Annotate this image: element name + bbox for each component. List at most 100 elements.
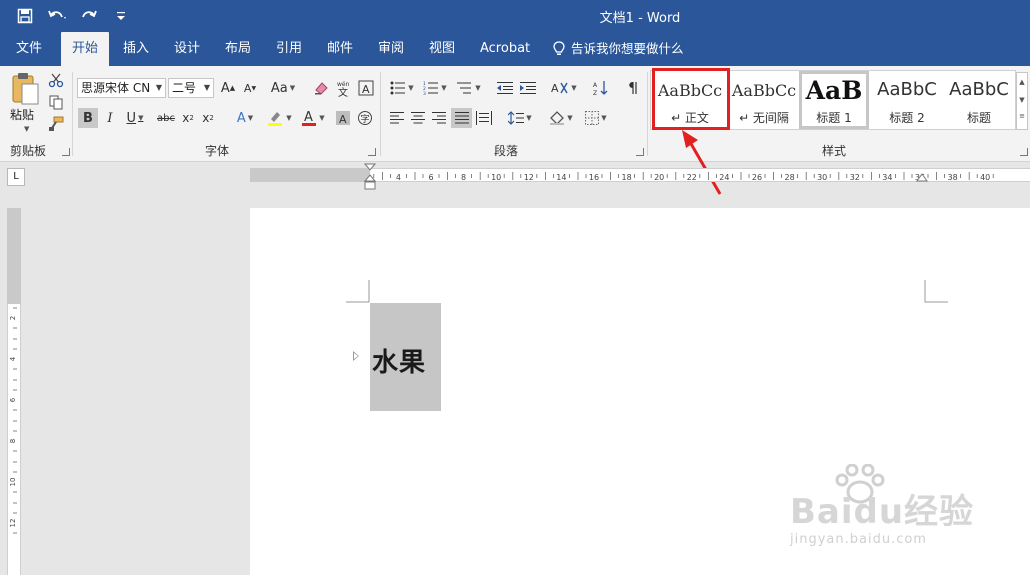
svg-text:3: 3	[423, 91, 426, 95]
ruler-label: 6	[9, 397, 17, 402]
svg-text:A: A	[339, 113, 347, 126]
ruler-label: 10	[9, 478, 17, 487]
font-color-icon[interactable]: A ▼	[298, 108, 328, 128]
justify-icon[interactable]	[451, 108, 472, 128]
ruler-label: 18	[622, 173, 632, 182]
align-left-icon[interactable]	[388, 108, 406, 128]
ruler-label: 8	[461, 173, 466, 182]
ruler-label: 20	[654, 173, 664, 182]
svg-text:wén: wén	[337, 81, 350, 88]
ruler-label: 34	[882, 173, 892, 182]
tab-view[interactable]: 视图	[418, 32, 466, 66]
svg-text:A: A	[304, 110, 313, 125]
character-shading-icon[interactable]: A	[334, 108, 352, 128]
font-group-label: 字体	[205, 144, 230, 158]
ruler-label: 12	[524, 173, 534, 182]
indent-marker-icon[interactable]	[364, 163, 376, 191]
style-sample: AaB	[805, 76, 863, 105]
font-launcher-icon[interactable]	[368, 148, 376, 156]
decrease-indent-icon[interactable]	[495, 78, 515, 98]
distributed-icon[interactable]	[474, 108, 494, 128]
tell-me-box[interactable]: 告诉我你想要做什么	[553, 32, 684, 66]
numbering-icon[interactable]: 1 2 3 ▼	[421, 78, 449, 98]
bullets-icon[interactable]: ▼	[388, 78, 416, 98]
line-spacing-icon[interactable]: ▼	[505, 108, 535, 128]
right-indent-marker-icon[interactable]	[916, 172, 928, 184]
clear-format-icon[interactable]	[311, 78, 331, 98]
font-name-select[interactable]: 思源宋体 CN ▼	[77, 78, 166, 98]
collapse-heading-icon[interactable]	[353, 351, 359, 361]
enclose-characters-icon[interactable]: 字	[356, 108, 374, 128]
paste-dropdown-icon[interactable]: ▼	[24, 125, 29, 133]
styles-launcher-icon[interactable]	[1020, 148, 1028, 156]
watermark-brand: Baidu经验	[790, 492, 975, 532]
highlight-box	[652, 68, 730, 130]
crop-mark-top-right	[924, 280, 948, 303]
title-bar: 文档1 - Word	[0, 0, 1030, 32]
shrink-font-icon[interactable]: A ▼	[242, 78, 258, 98]
svg-text:Z: Z	[593, 90, 597, 96]
change-case-icon[interactable]: Aa ▼	[268, 78, 298, 98]
style-title[interactable]: AaBbC 标题	[943, 71, 1015, 129]
more-styles-icon[interactable]: ≡	[1017, 109, 1027, 123]
svg-text:A: A	[362, 83, 370, 96]
align-center-icon[interactable]	[409, 108, 427, 128]
clipboard-launcher-icon[interactable]	[62, 148, 70, 156]
strikethrough-button[interactable]: abc	[155, 108, 177, 128]
crop-mark-top-left	[346, 280, 370, 303]
tab-selector[interactable]: L	[7, 168, 25, 186]
ruler-label: 4	[9, 356, 17, 361]
increase-indent-icon[interactable]	[518, 78, 538, 98]
chinese-layout-icon[interactable]: A ▼	[549, 78, 579, 98]
tab-file[interactable]: 文件	[5, 32, 53, 66]
character-border-icon[interactable]: A	[357, 78, 375, 98]
watermark: Baidu经验 jingyan.baidu.com	[790, 464, 990, 560]
tab-review[interactable]: 审阅	[367, 32, 415, 66]
tab-home[interactable]: 开始	[61, 32, 110, 66]
multilevel-list-icon[interactable]: ▼	[454, 78, 484, 98]
ruler-label: 30	[817, 173, 827, 182]
superscript-button[interactable]: x2	[200, 108, 216, 128]
scroll-down-icon[interactable]: ▼	[1017, 91, 1027, 109]
style-heading-2[interactable]: AaBbC 标题 2	[871, 71, 943, 129]
ruler-label: 14	[556, 173, 566, 182]
font-size-select[interactable]: 二号 ▼	[168, 78, 214, 98]
sort-icon[interactable]: AZ	[591, 78, 611, 98]
shading-icon[interactable]: ▼	[546, 108, 576, 128]
ribbon-tabs: 文件 开始 插入 设计 布局 引用 邮件 审阅 视图 Acrobat 告诉我你想…	[0, 32, 1030, 66]
underline-button[interactable]: U ▼	[122, 108, 148, 128]
italic-button[interactable]: I	[101, 108, 119, 128]
ruler-margin-top	[7, 208, 21, 304]
svg-text:A: A	[551, 82, 559, 95]
cut-icon[interactable]	[48, 72, 66, 90]
highlight-color-icon[interactable]: ▼	[263, 108, 295, 128]
ruler-label: 10	[491, 173, 501, 182]
align-right-icon[interactable]	[430, 108, 448, 128]
watermark-url: jingyan.baidu.com	[790, 532, 927, 547]
borders-icon[interactable]: ▼	[581, 108, 611, 128]
subscript-button[interactable]: x2	[180, 108, 196, 128]
tell-me-text: 告诉我你想要做什么	[571, 41, 684, 56]
style-no-spacing[interactable]: AaBbCc ↵ 无间隔	[728, 71, 800, 129]
tab-insert[interactable]: 插入	[112, 32, 160, 66]
tab-design[interactable]: 设计	[163, 32, 211, 66]
copy-icon[interactable]	[48, 94, 66, 112]
ruler-label: 8	[9, 439, 17, 443]
tab-mailings[interactable]: 邮件	[316, 32, 364, 66]
format-painter-icon[interactable]	[48, 116, 66, 134]
style-heading-1[interactable]: AaB 标题 1	[799, 71, 869, 129]
scroll-up-icon[interactable]: ▲	[1017, 73, 1027, 91]
paste-label: 粘贴	[10, 108, 35, 122]
document-heading[interactable]: 水果	[372, 342, 426, 379]
tab-layout[interactable]: 布局	[214, 32, 262, 66]
styles-scrollbar[interactable]: ▲ ▼ ≡	[1016, 72, 1028, 130]
paste-button[interactable]	[8, 72, 42, 109]
tab-references[interactable]: 引用	[265, 32, 313, 66]
tab-acrobat[interactable]: Acrobat	[469, 32, 541, 66]
phonetic-guide-icon[interactable]: wén 文	[334, 78, 354, 98]
bold-button[interactable]: B	[78, 108, 98, 128]
paragraph-launcher-icon[interactable]	[636, 148, 644, 156]
show-formatting-icon[interactable]	[623, 78, 641, 98]
grow-font-icon[interactable]: A ▲	[220, 78, 236, 98]
text-effects-icon[interactable]: A ▼	[230, 108, 260, 128]
